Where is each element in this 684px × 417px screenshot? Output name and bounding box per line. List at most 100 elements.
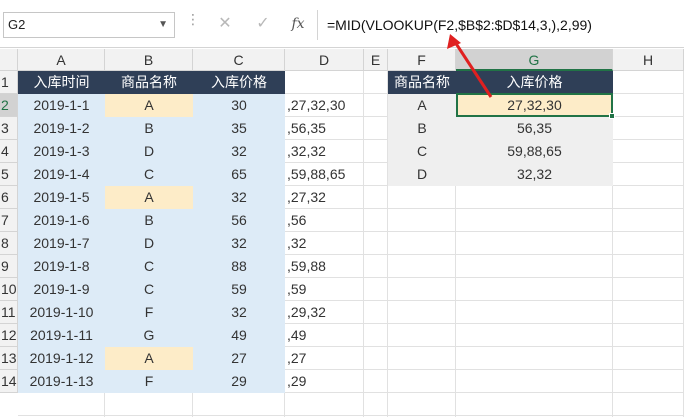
helper-cell[interactable]: ,56: [285, 209, 364, 232]
close-icon: ✕: [218, 15, 232, 32]
select-all-corner[interactable]: [0, 49, 18, 71]
date-cell[interactable]: 2019-1-11: [18, 324, 105, 347]
row-header-12[interactable]: 12: [0, 324, 18, 347]
price-cell[interactable]: 30: [193, 94, 285, 117]
name-cell[interactable]: C: [105, 255, 193, 278]
row-header-4[interactable]: 4: [0, 140, 18, 163]
helper-cell[interactable]: ,27,32: [285, 186, 364, 209]
date-cell[interactable]: 2019-1-3: [18, 140, 105, 163]
price-cell[interactable]: 65: [193, 163, 285, 186]
price-cell[interactable]: 56: [193, 209, 285, 232]
row-header-6[interactable]: 6: [0, 186, 18, 209]
helper-cell[interactable]: ,29: [285, 370, 364, 393]
price-cell[interactable]: 32: [193, 186, 285, 209]
helper-cell[interactable]: ,29,32: [285, 301, 364, 324]
name-cell[interactable]: D: [105, 232, 193, 255]
name-cell[interactable]: A: [105, 186, 193, 209]
price-cell[interactable]: 49: [193, 324, 285, 347]
table-header-cell[interactable]: 商品名称: [388, 71, 456, 94]
price-cell[interactable]: 29: [193, 370, 285, 393]
name-cell[interactable]: A: [105, 347, 193, 370]
date-cell[interactable]: 2019-1-2: [18, 117, 105, 140]
helper-cell[interactable]: ,56,35: [285, 117, 364, 140]
fill-handle[interactable]: [609, 113, 615, 119]
helper-cell[interactable]: ,59: [285, 278, 364, 301]
name-box[interactable]: G2 ▼: [3, 12, 175, 38]
date-cell[interactable]: 2019-1-1: [18, 94, 105, 117]
row-header-2[interactable]: 2: [0, 94, 18, 117]
cancel-button[interactable]: ✕: [210, 10, 240, 38]
price-cell[interactable]: 35: [193, 117, 285, 140]
date-cell[interactable]: 2019-1-13: [18, 370, 105, 393]
price-cell[interactable]: 32: [193, 301, 285, 324]
helper-cell[interactable]: ,32,32: [285, 140, 364, 163]
formula-text: =MID(VLOOKUP(F2,$B$2:$D$14,3,),2,99): [327, 17, 592, 33]
date-cell[interactable]: 2019-1-12: [18, 347, 105, 370]
price-cell[interactable]: 88: [193, 255, 285, 278]
row-header-5[interactable]: 5: [0, 163, 18, 186]
row-header-8[interactable]: 8: [0, 232, 18, 255]
name-cell[interactable]: G: [105, 324, 193, 347]
date-cell[interactable]: 2019-1-9: [18, 278, 105, 301]
row-header-9[interactable]: 9: [0, 255, 18, 278]
enter-button[interactable]: ✓: [248, 10, 278, 38]
row-header-1[interactable]: 1: [0, 71, 18, 94]
row-header-14[interactable]: 14: [0, 370, 18, 393]
name-cell[interactable]: D: [105, 140, 193, 163]
price-cell[interactable]: 32: [193, 140, 285, 163]
helper-cell[interactable]: ,59,88,65: [285, 163, 364, 186]
lookup-result-cell[interactable]: 56,35: [456, 117, 613, 140]
formula-input[interactable]: =MID(VLOOKUP(F2,$B$2:$D$14,3,),2,99): [317, 10, 684, 40]
date-cell[interactable]: 2019-1-6: [18, 209, 105, 232]
helper-cell[interactable]: ,59,88: [285, 255, 364, 278]
helper-cell[interactable]: ,32: [285, 232, 364, 255]
row-header-3[interactable]: 3: [0, 117, 18, 140]
drag-handle-icon[interactable]: ⋮: [186, 12, 200, 34]
lookup-name-cell[interactable]: A: [388, 94, 456, 117]
row-header-13[interactable]: 13: [0, 347, 18, 370]
formula-bar-area: G2 ▼ ⋮ ✕ ✓ fx =MID(VLOOKUP(F2,$B$2:$D$14…: [0, 0, 684, 48]
name-cell[interactable]: B: [105, 117, 193, 140]
column-header-d[interactable]: D: [285, 49, 364, 71]
column-header-g[interactable]: G: [456, 49, 613, 71]
table-header-cell[interactable]: 入库价格: [193, 71, 285, 94]
table-header-cell[interactable]: 入库价格: [456, 71, 613, 94]
row-header-10[interactable]: 10: [0, 278, 18, 301]
name-cell[interactable]: F: [105, 301, 193, 324]
chevron-down-icon[interactable]: ▼: [158, 13, 168, 37]
insert-function-button[interactable]: fx: [283, 10, 313, 38]
column-header-h[interactable]: H: [613, 49, 684, 71]
table-header-cell[interactable]: 商品名称: [105, 71, 193, 94]
row-header-7[interactable]: 7: [0, 209, 18, 232]
date-cell[interactable]: 2019-1-10: [18, 301, 105, 324]
helper-cell[interactable]: ,49: [285, 324, 364, 347]
name-cell[interactable]: B: [105, 209, 193, 232]
lookup-name-cell[interactable]: D: [388, 163, 456, 186]
date-cell[interactable]: 2019-1-4: [18, 163, 105, 186]
lookup-result-cell[interactable]: 32,32: [456, 163, 613, 186]
price-cell[interactable]: 32: [193, 232, 285, 255]
helper-cell[interactable]: ,27,32,30: [285, 94, 364, 117]
date-cell[interactable]: 2019-1-8: [18, 255, 105, 278]
column-header-a[interactable]: A: [18, 49, 105, 71]
date-cell[interactable]: 2019-1-7: [18, 232, 105, 255]
name-cell[interactable]: C: [105, 278, 193, 301]
price-cell[interactable]: 59: [193, 278, 285, 301]
column-header-c[interactable]: C: [193, 49, 285, 71]
row-header-11[interactable]: 11: [0, 301, 18, 324]
lookup-name-cell[interactable]: C: [388, 140, 456, 163]
name-cell[interactable]: C: [105, 163, 193, 186]
lookup-name-cell[interactable]: B: [388, 117, 456, 140]
date-cell[interactable]: 2019-1-5: [18, 186, 105, 209]
fx-icon: fx: [291, 16, 305, 32]
price-cell[interactable]: 27: [193, 347, 285, 370]
column-header-f[interactable]: F: [388, 49, 456, 71]
table-header-cell[interactable]: 入库时间: [18, 71, 105, 94]
name-cell[interactable]: A: [105, 94, 193, 117]
active-cell-selection[interactable]: [456, 93, 615, 119]
name-cell[interactable]: F: [105, 370, 193, 393]
helper-cell[interactable]: ,27: [285, 347, 364, 370]
column-header-b[interactable]: B: [105, 49, 193, 71]
column-header-e[interactable]: E: [364, 49, 388, 71]
lookup-result-cell[interactable]: 59,88,65: [456, 140, 613, 163]
